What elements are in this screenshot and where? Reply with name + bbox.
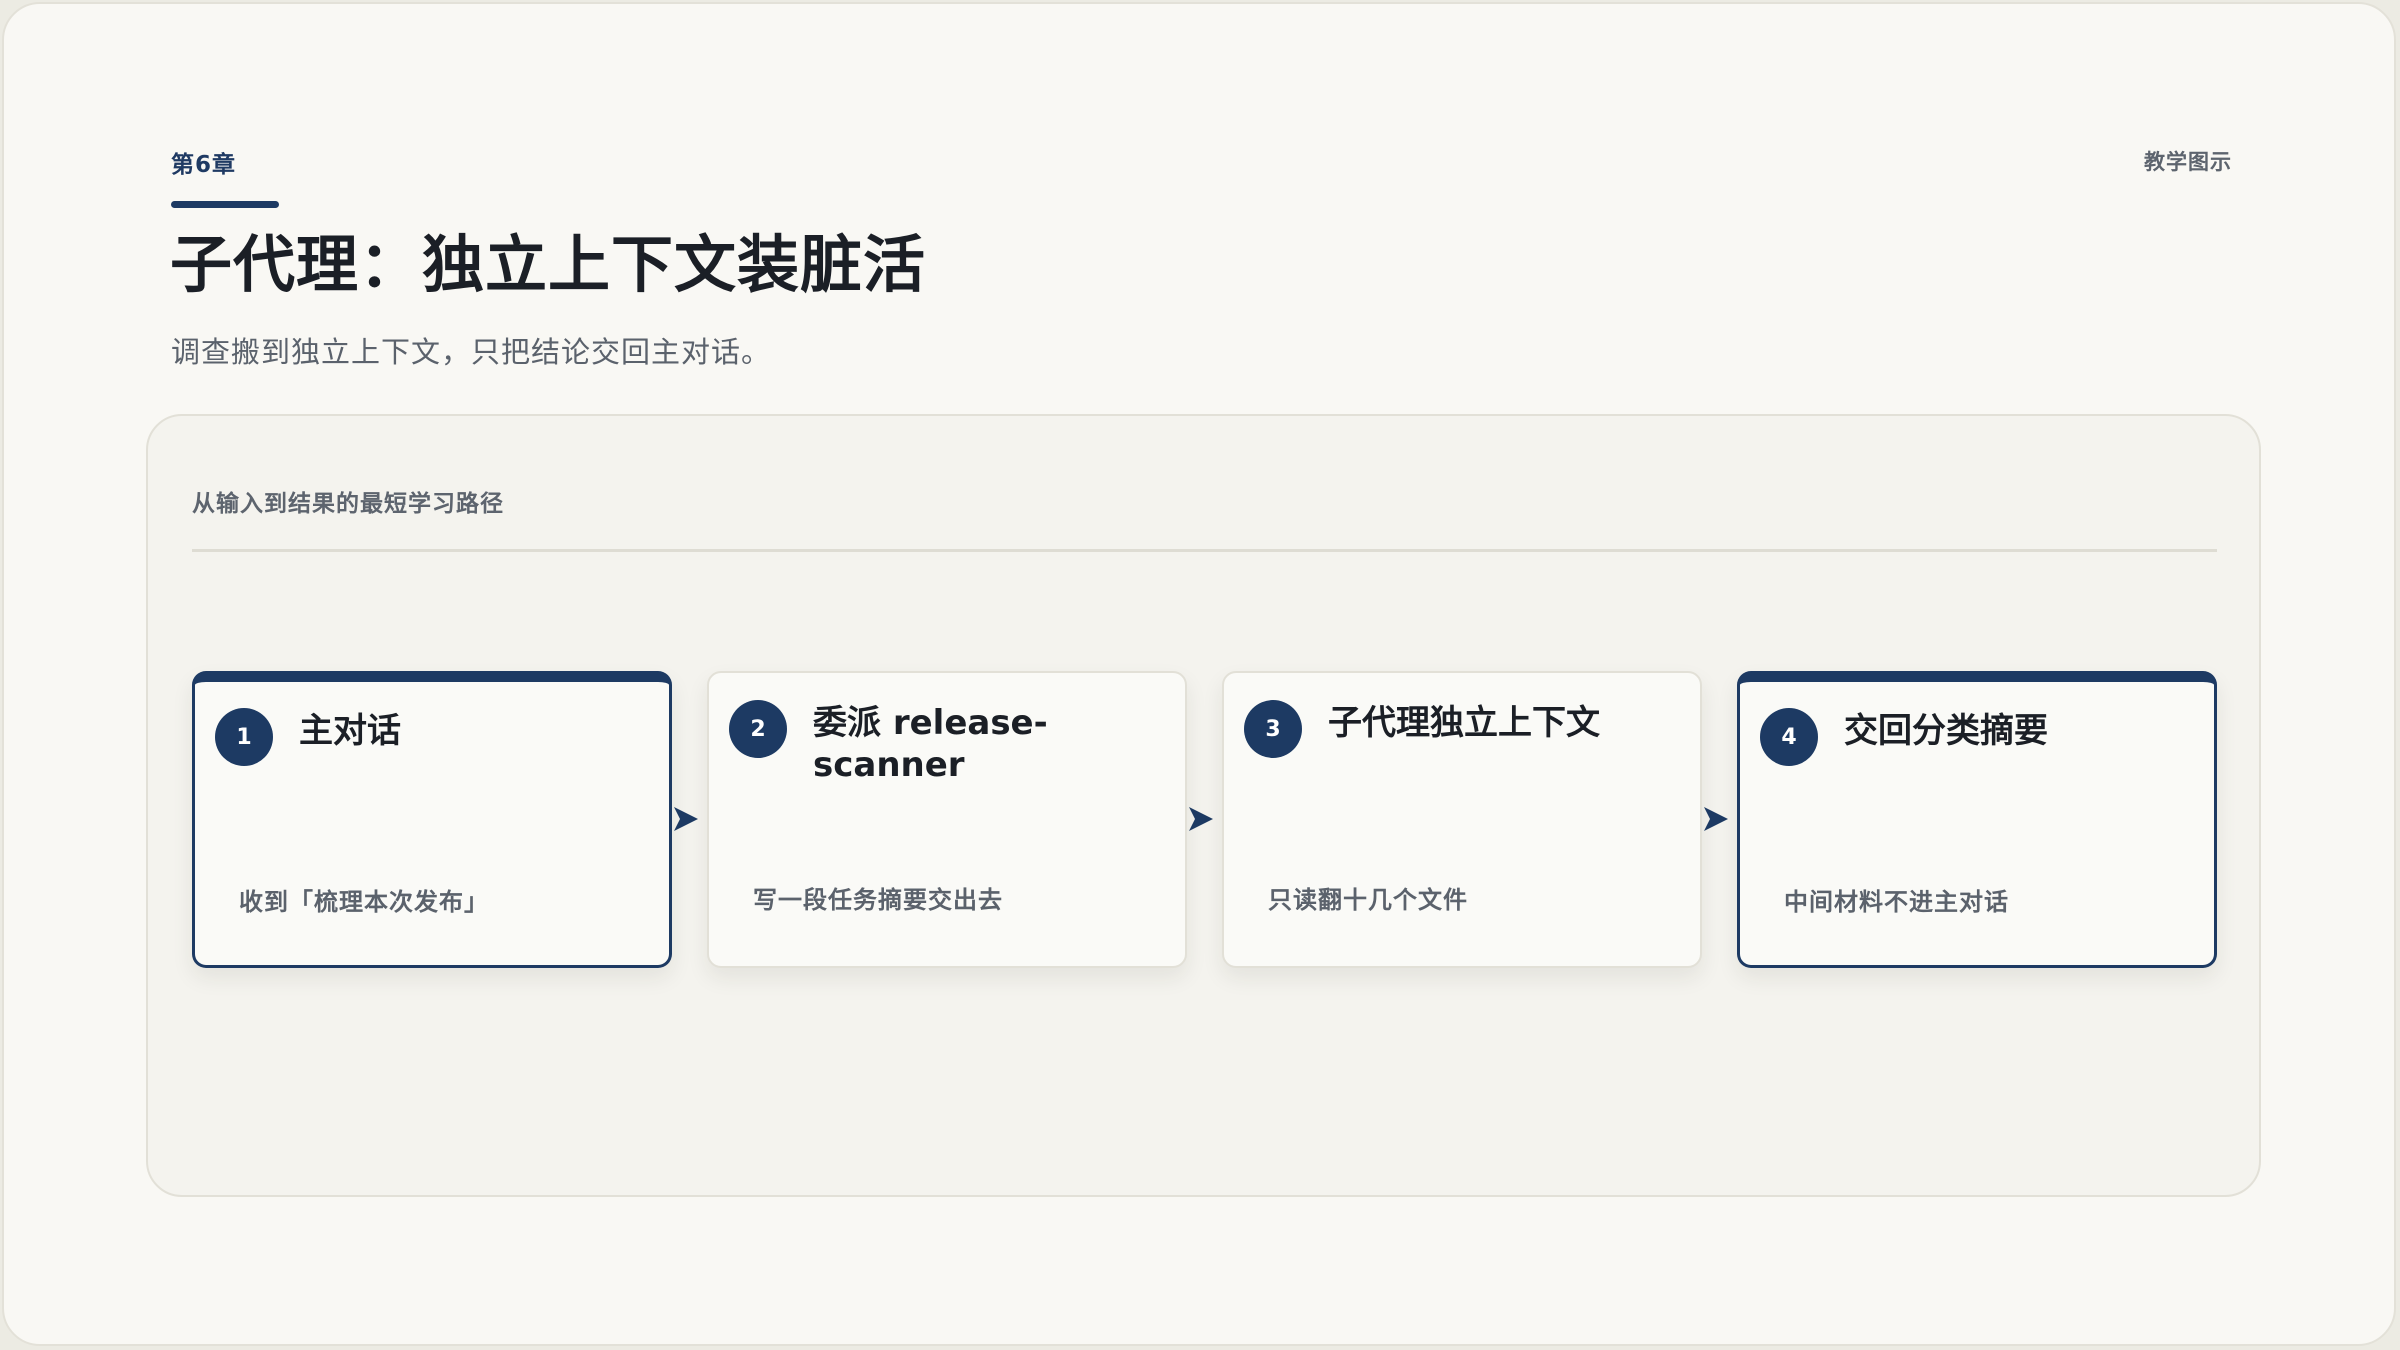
panel-divider <box>192 549 2217 552</box>
step-description: 写一段任务摘要交出去 <box>753 886 1003 914</box>
slide: 第6章 教学图示 子代理：独立上下文装脏活 调查搬到独立上下文，只把结论交回主对… <box>2 2 2396 1346</box>
step-description: 收到「梳理本次发布」 <box>239 888 489 916</box>
arrow-right-icon <box>1189 807 1213 831</box>
step-card-main-conversation: 1 主对话 收到「梳理本次发布」 <box>192 671 672 968</box>
step-description: 中间材料不进主对话 <box>1784 888 2009 916</box>
step-title: 子代理独立上下文 <box>1328 703 1600 743</box>
step-card-subagent-context: 3 子代理独立上下文 只读翻十几个文件 <box>1222 671 1702 968</box>
chapter-label: 第6章 <box>171 152 237 178</box>
page-subtitle: 调查搬到独立上下文，只把结论交回主对话。 <box>171 335 772 369</box>
step-description: 只读翻十几个文件 <box>1268 886 1468 914</box>
step-number-badge: 4 <box>1760 708 1818 766</box>
step-number-badge: 3 <box>1244 700 1302 758</box>
step-card-return-summary: 4 交回分类摘要 中间材料不进主对话 <box>1737 671 2217 968</box>
diagram-tag: 教学图示 <box>2144 150 2232 174</box>
step-title: 主对话 <box>299 711 401 751</box>
step-number-badge: 2 <box>729 700 787 758</box>
arrow-right-icon <box>674 807 698 831</box>
step-title: 委派 release-scanner <box>813 703 1048 785</box>
title-accent-bar <box>171 201 279 208</box>
step-title: 交回分类摘要 <box>1844 711 2048 751</box>
step-number-badge: 1 <box>215 708 273 766</box>
page-title: 子代理：独立上下文装脏活 <box>170 228 927 301</box>
panel-label: 从输入到结果的最短学习路径 <box>192 491 504 517</box>
flow-panel: 从输入到结果的最短学习路径 1 主对话 收到「梳理本次发布」 2 委派 rele… <box>146 414 2261 1197</box>
step-card-delegate: 2 委派 release-scanner 写一段任务摘要交出去 <box>707 671 1187 968</box>
arrow-right-icon <box>1704 807 1728 831</box>
